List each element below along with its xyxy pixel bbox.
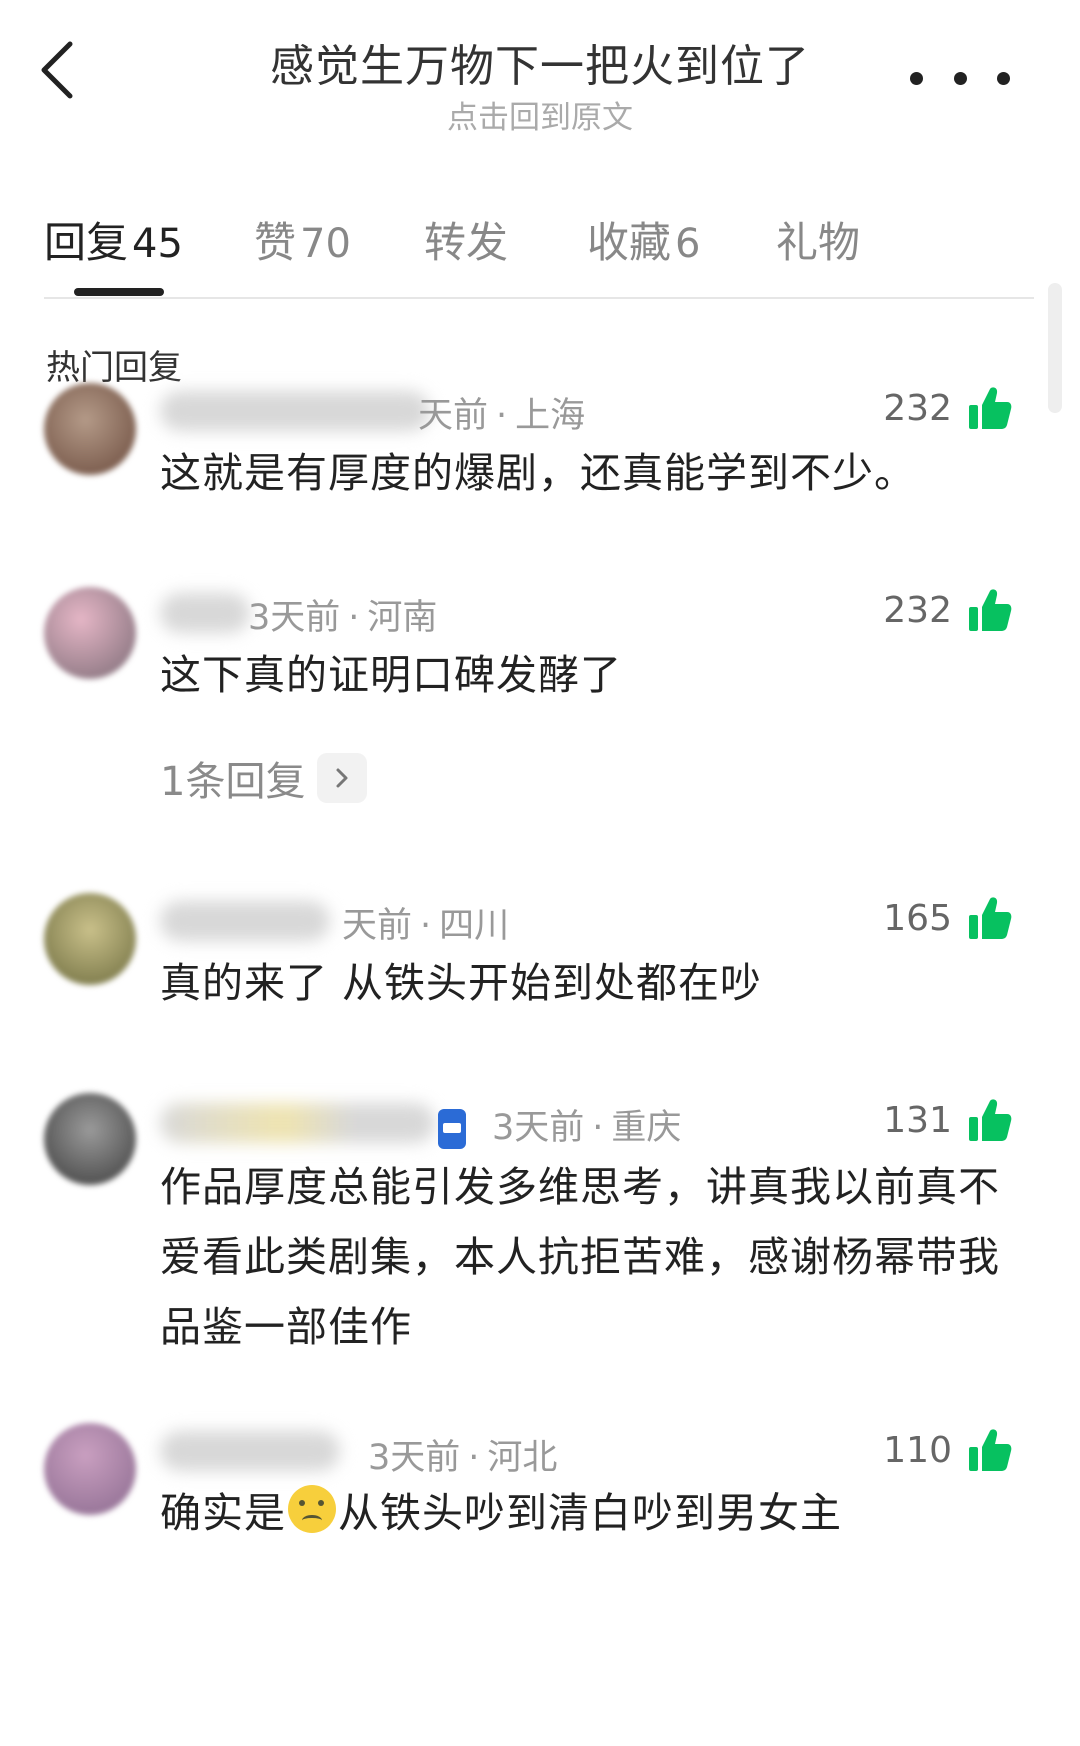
tab-count: 45 bbox=[132, 221, 183, 267]
hot-replies-heading: 热门回复 bbox=[46, 348, 182, 388]
like-button[interactable]: 232 bbox=[883, 587, 1012, 633]
like-count: 165 bbox=[883, 897, 952, 939]
comment-location: 河南 bbox=[367, 598, 438, 638]
comment-time: 3天前 bbox=[368, 1438, 461, 1478]
back-to-original-link[interactable]: 点击回到原文 bbox=[0, 92, 1080, 137]
username-blurred[interactable] bbox=[160, 593, 250, 633]
like-count: 232 bbox=[883, 387, 952, 429]
thumbs-up-icon bbox=[969, 1429, 1012, 1471]
tab-likes[interactable]: 赞 70 bbox=[254, 209, 351, 270]
comment-time: 3天前 bbox=[492, 1108, 585, 1148]
comment-time: 3天前 bbox=[248, 598, 341, 638]
more-button[interactable] bbox=[910, 58, 1010, 98]
tab-label: 收藏 bbox=[587, 218, 672, 267]
tab-gifts[interactable]: 礼物 bbox=[776, 209, 860, 270]
username-blurred[interactable] bbox=[160, 1103, 435, 1143]
thumbs-up-icon bbox=[969, 387, 1012, 429]
comment-time: 天前 bbox=[342, 906, 413, 946]
avatar[interactable] bbox=[44, 587, 136, 679]
comment-meta: 天前 · 四川 bbox=[342, 906, 510, 946]
username-blurred[interactable] bbox=[160, 391, 430, 431]
comment-time: 天前 bbox=[418, 396, 489, 436]
tab-bar: 回复 45 赞 70 转发 收藏 6 礼物 bbox=[44, 185, 1040, 296]
tab-label: 赞 bbox=[254, 218, 297, 267]
avatar[interactable] bbox=[44, 1093, 136, 1185]
scrollbar[interactable] bbox=[1048, 283, 1062, 413]
like-button[interactable]: 232 bbox=[883, 385, 1012, 431]
comment-meta: 天前 · 上海 bbox=[418, 396, 586, 436]
comment-text: 确实是 从铁头吵到清白吵到男女主 bbox=[160, 1478, 1030, 1548]
comment-meta: 3天前 · 重庆 bbox=[438, 1099, 681, 1150]
tab-count: 70 bbox=[300, 221, 351, 267]
like-button[interactable]: 110 bbox=[883, 1427, 1012, 1473]
crying-smile-emoji bbox=[288, 1485, 336, 1533]
badge-can-icon bbox=[438, 1109, 466, 1149]
avatar[interactable] bbox=[44, 1423, 136, 1515]
username-blurred[interactable] bbox=[160, 901, 330, 941]
avatar[interactable] bbox=[44, 893, 136, 985]
nav-header: 感觉生万物下一把火到位了 点击回到原文 bbox=[0, 0, 1080, 150]
comment-location: 四川 bbox=[439, 906, 510, 946]
comment-text: 这下真的证明口碑发酵了 bbox=[160, 651, 622, 699]
tab-label: 回复 bbox=[44, 218, 129, 267]
tab-favorites[interactable]: 收藏 6 bbox=[587, 209, 700, 270]
comment-text-part: 确实是 bbox=[160, 1489, 286, 1537]
like-count: 131 bbox=[883, 1099, 952, 1141]
avatar[interactable] bbox=[44, 383, 136, 475]
comment-text: 作品厚度总能引发多维思考，讲真我以前真不爱看此类剧集，本人抗拒苦难，感谢杨幂带我… bbox=[160, 1163, 1000, 1351]
comment-location: 河北 bbox=[487, 1438, 558, 1478]
like-button[interactable]: 131 bbox=[883, 1097, 1012, 1143]
thumbs-up-icon bbox=[969, 1099, 1012, 1141]
more-dot bbox=[997, 71, 1010, 85]
tabs-divider bbox=[44, 297, 1034, 299]
more-dots-icon bbox=[910, 71, 923, 85]
like-count: 232 bbox=[883, 589, 952, 631]
chevron-right-icon bbox=[317, 753, 368, 803]
tab-label: 转发 bbox=[424, 218, 509, 267]
tab-replies[interactable]: 回复 45 bbox=[44, 209, 183, 270]
tab-label: 礼物 bbox=[776, 218, 861, 267]
username-blurred[interactable] bbox=[160, 1431, 340, 1471]
like-count: 110 bbox=[883, 1429, 952, 1471]
thumbs-up-icon bbox=[969, 589, 1012, 631]
view-replies-link[interactable]: 1条回复 bbox=[160, 749, 368, 807]
tab-count: 6 bbox=[675, 221, 701, 267]
comment-location: 上海 bbox=[515, 396, 586, 436]
like-button[interactable]: 165 bbox=[883, 895, 1012, 941]
comment-meta: 3天前 · 河南 bbox=[248, 598, 438, 638]
comment-text-part: 从铁头吵到清白吵到男女主 bbox=[338, 1489, 842, 1537]
thumbs-up-icon bbox=[969, 897, 1012, 939]
reply-count-label: 1条回复 bbox=[160, 759, 306, 805]
active-tab-indicator bbox=[74, 288, 164, 296]
comment-text: 这就是有厚度的爆剧，还真能学到不少。 bbox=[160, 449, 916, 497]
more-dot bbox=[953, 71, 967, 85]
comment-location: 重庆 bbox=[611, 1108, 682, 1148]
comment-text: 真的来了 从铁头开始到处都在吵 bbox=[160, 959, 763, 1007]
comment-meta: 3天前 · 河北 bbox=[368, 1438, 558, 1478]
tab-forward[interactable]: 转发 bbox=[424, 209, 508, 270]
